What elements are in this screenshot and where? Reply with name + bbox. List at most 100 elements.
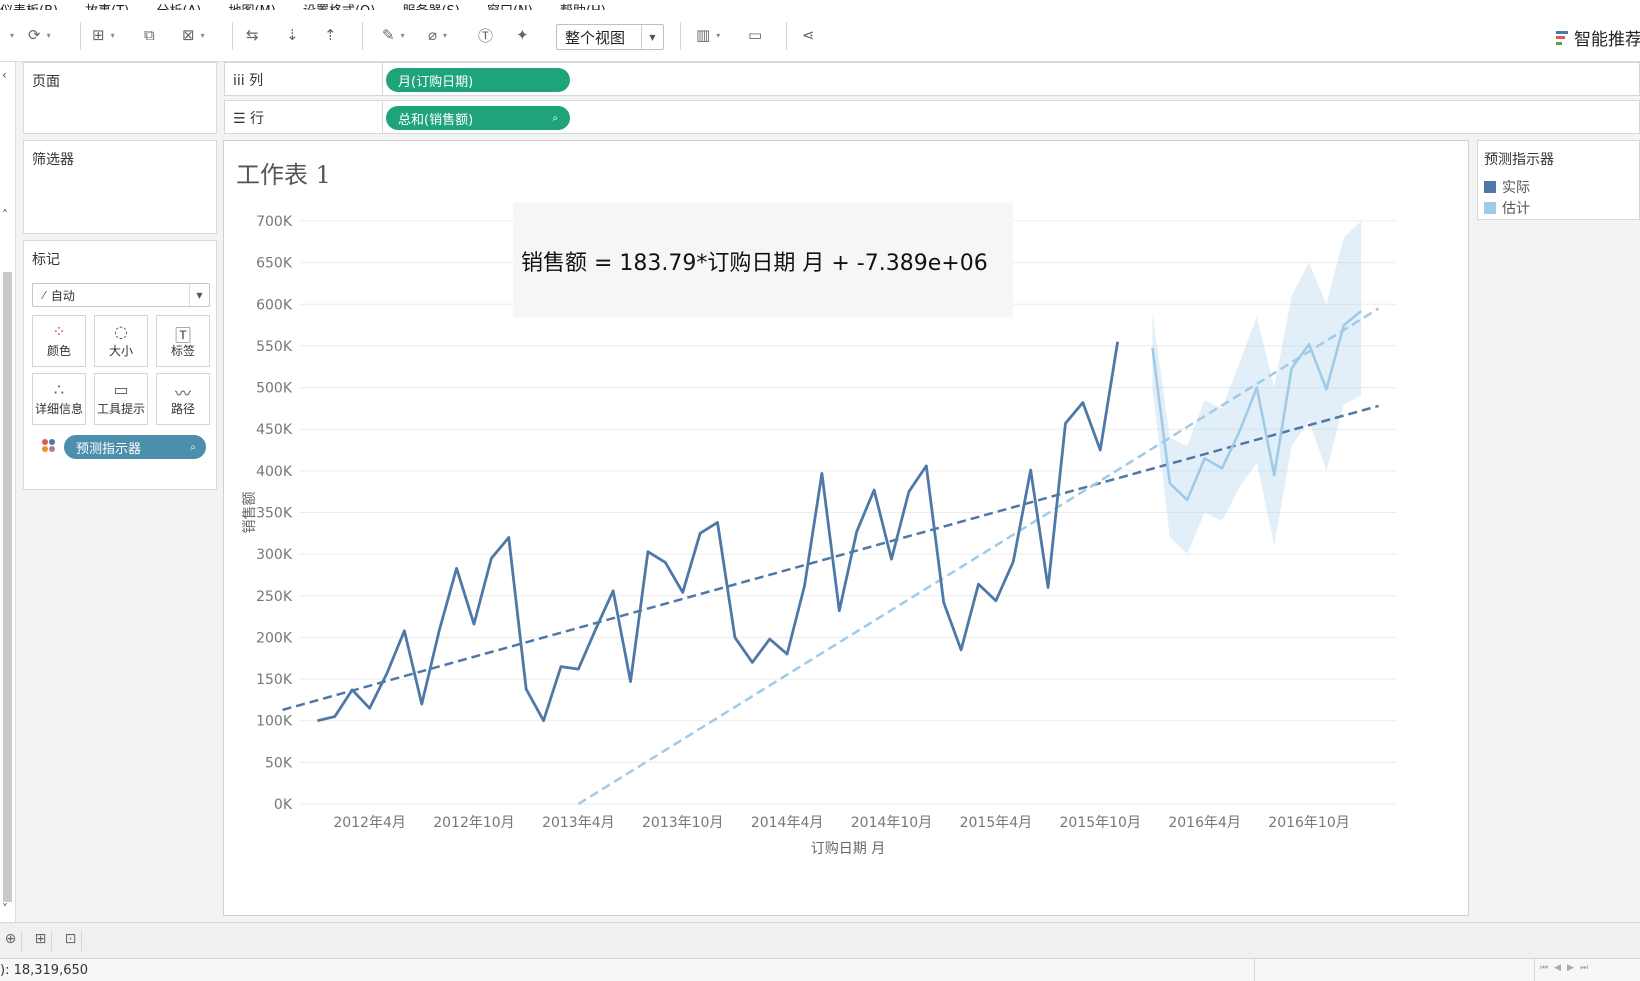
y-tick-label: 50K: [265, 755, 293, 771]
x-tick-label: 2016年10月: [1268, 815, 1349, 831]
side-collapse-strip: ‹ ˄ ˅: [0, 62, 16, 922]
y-tick-label: 100K: [256, 714, 293, 730]
trend-equation: 销售额 = 183.79*订购日期 月 + -7.389e+06: [521, 251, 988, 276]
y-tick-label: 550K: [256, 339, 293, 355]
columns-pill[interactable]: 月(订购日期): [386, 68, 570, 92]
y-tick-label: 300K: [256, 547, 293, 563]
highlight-icon[interactable]: ✎ ▾: [382, 24, 405, 46]
label-icon[interactable]: Ⓣ: [478, 24, 493, 46]
new-sheet-icon[interactable]: ⊕: [0, 931, 22, 951]
chevron-down-icon[interactable]: ˅: [2, 902, 8, 916]
new-dashboard-icon[interactable]: ⊞: [30, 931, 52, 951]
path-icon: 〰: [174, 384, 191, 403]
x-axis-title: 订购日期 月: [811, 841, 885, 857]
rows-pill[interactable]: 总和(销售额) ⌕: [386, 106, 570, 130]
new-datasource-icon[interactable]: ⊞ ▾: [92, 24, 115, 46]
mark-type-value: 自动: [50, 288, 75, 303]
pin-icon[interactable]: ✦: [516, 24, 529, 46]
chevron-down-icon: ▼: [189, 284, 209, 306]
y-tick-label: 400K: [256, 464, 293, 480]
worksheet-view: 工作表 1 0K 50K 100K 150K 200K 250K 300K 350K 400K 4…: [223, 140, 1469, 916]
color-encoding-icon: [42, 439, 56, 453]
toolbar: ▾ ⟳ ▾ ⊞ ▾ ⧉ ⊠ ▾ ⇆ ⇣ ⇡ ✎ ▾ ⌀ ▾ Ⓣ ✦ 整个视图 ▼ ▥ ▾ ▭…: [0, 10, 1640, 62]
pill-menu-icon[interactable]: ⌕: [190, 442, 196, 453]
forecast-legend[interactable]: 预测指示器 实际 估计: [1477, 140, 1640, 220]
sheet-navigation-arrows[interactable]: ⏮◀▶⏭: [1540, 963, 1594, 973]
tooltip-icon: ▭: [113, 380, 129, 399]
trend-line-estimate: [577, 307, 1380, 806]
legend-label: 估计: [1502, 201, 1530, 217]
x-tick-label: 2012年10月: [433, 815, 514, 831]
mark-label-button[interactable]: 🅃 标签: [156, 315, 210, 367]
filters-title: 筛选器: [32, 152, 74, 168]
smart-recommend-button[interactable]: 智能推荐: [1556, 25, 1640, 50]
mark-tooltip-button[interactable]: ▭ 工具提示: [94, 373, 148, 425]
legend-swatch: [1484, 202, 1496, 214]
status-sum: ): 18,319,650: [0, 963, 89, 978]
chevron-down-icon: ▼: [641, 25, 663, 49]
chevron-up-icon[interactable]: ˄: [2, 208, 8, 222]
y-axis-title: 销售额: [242, 492, 258, 534]
pages-title: 页面: [32, 74, 60, 90]
menu-bar: 仪表板(B) 故事(T) 分析(A) 地图(M) 设置格式(O) 服务器(S) …: [0, 0, 1640, 10]
x-tick-label: 2015年4月: [960, 815, 1033, 831]
filters-card[interactable]: 筛选器: [23, 140, 217, 234]
side-scrollbar[interactable]: [3, 272, 12, 902]
legend-title: 预测指示器: [1484, 152, 1554, 168]
x-tick-label: 2013年10月: [642, 815, 723, 831]
sort-asc-icon[interactable]: ⇣: [286, 24, 299, 46]
mark-color-button[interactable]: ⁘ 颜色: [32, 315, 86, 367]
y-tick-label: 700K: [256, 214, 293, 230]
swap-icon[interactable]: ⇆: [246, 24, 259, 46]
chevron-left-icon[interactable]: ‹: [2, 68, 7, 82]
y-tick-label: 650K: [256, 256, 293, 272]
mark-button-label: 路径: [170, 402, 195, 416]
y-tick-label: 600K: [256, 297, 293, 313]
x-tick-label: 2014年10月: [851, 815, 932, 831]
share-icon[interactable]: ⋖: [802, 24, 815, 46]
mark-button-label: 工具提示: [96, 402, 145, 416]
y-tick-label: 150K: [256, 672, 293, 688]
pages-card[interactable]: 页面: [23, 62, 217, 134]
group-icon[interactable]: ⌀ ▾: [428, 24, 447, 46]
redo-icon[interactable]: ⟳ ▾: [28, 24, 51, 46]
color-icon: ⁘: [52, 322, 66, 341]
columns-shelf[interactable]: iii 列 月(订购日期): [224, 62, 1640, 96]
mark-path-button[interactable]: 〰 路径: [156, 373, 210, 425]
trend-annotation[interactable]: 销售额 = 183.79*订购日期 月 + -7.389e+06: [513, 203, 1013, 317]
x-tick-label: 2015年10月: [1060, 815, 1141, 831]
duplicate-sheet-icon[interactable]: ⧉: [144, 24, 155, 46]
show-me-icon[interactable]: ▥ ▾: [696, 24, 720, 46]
view-fit-value: 整个视图: [565, 28, 626, 47]
sort-desc-icon[interactable]: ⇡: [324, 24, 337, 46]
rows-shelf[interactable]: ☰ 行 总和(销售额) ⌕: [224, 100, 1640, 134]
presentation-icon[interactable]: ▭: [748, 24, 762, 46]
mark-size-button[interactable]: ◌ 大小: [94, 315, 148, 367]
mark-button-label: 详细信息: [34, 402, 83, 416]
mark-detail-button[interactable]: ∴ 详细信息: [32, 373, 86, 425]
legend-item-actual[interactable]: 实际: [1484, 177, 1530, 197]
y-tick-label: 350K: [256, 506, 293, 522]
rows-shelf-label: ☰ 行: [233, 111, 265, 127]
rows-pill-label: 总和(销售额): [398, 112, 474, 128]
marks-forecast-pill[interactable]: 预测指示器 ⌕: [64, 435, 206, 459]
marks-title: 标记: [32, 252, 60, 268]
undo-icon[interactable]: ▾: [4, 24, 14, 46]
legend-swatch: [1484, 181, 1496, 193]
legend-label: 实际: [1502, 180, 1530, 196]
x-tick-label: 2016年4月: [1168, 815, 1241, 831]
clear-sheet-icon[interactable]: ⊠ ▾: [182, 24, 205, 46]
tableau-window: 仪表板(B) 故事(T) 分析(A) 地图(M) 设置格式(O) 服务器(S) …: [0, 0, 1640, 981]
marks-pill-label: 预测指示器: [76, 441, 142, 457]
new-story-icon[interactable]: ⊡: [60, 931, 82, 951]
mark-button-label: 颜色: [46, 344, 71, 358]
y-tick-label: 450K: [256, 422, 293, 438]
mark-button-label: 标签: [170, 344, 195, 358]
view-fit-select[interactable]: 整个视图 ▼: [556, 24, 664, 50]
detail-icon: ∴: [53, 380, 65, 399]
series-line-actual: [317, 341, 1120, 723]
mark-type-select[interactable]: ⁄ 自动 ▼: [32, 283, 210, 307]
legend-item-estimate[interactable]: 估计: [1484, 198, 1530, 218]
size-icon: ◌: [114, 322, 128, 341]
pill-menu-icon[interactable]: ⌕: [552, 113, 558, 124]
